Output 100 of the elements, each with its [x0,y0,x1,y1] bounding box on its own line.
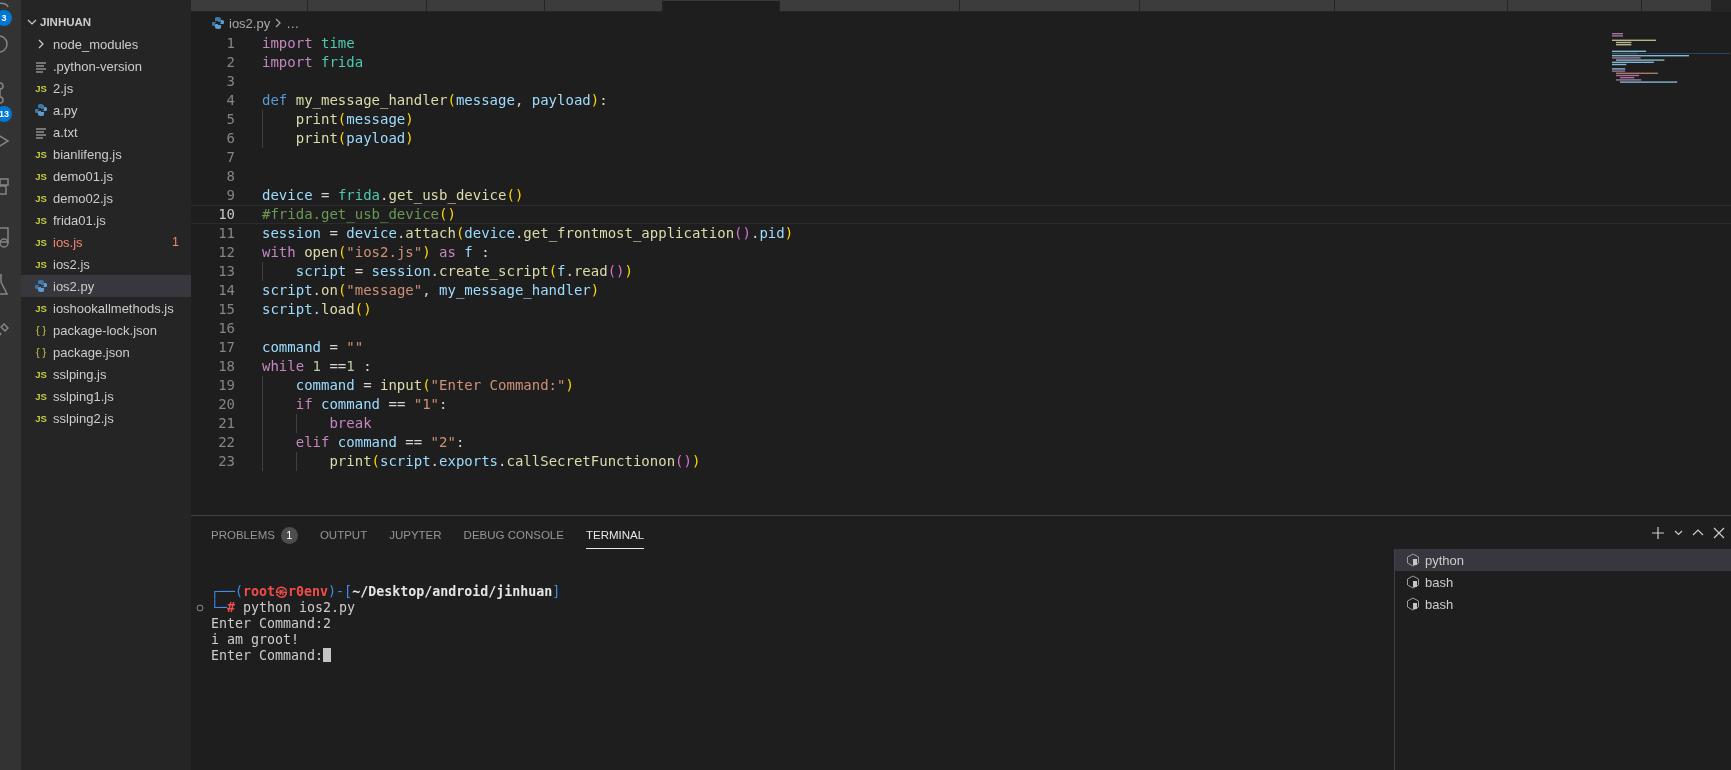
code-line: #frida.get_usb_device() [262,206,456,223]
js-file-icon: JS [34,258,48,270]
json-file-icon: { } [34,324,48,336]
code-line: def my_message_handler(message, payload): [262,91,608,110]
file-item[interactable]: JS demo01.js [21,165,191,187]
python-icon [34,279,48,293]
line-number: 14 [217,281,235,300]
breadcrumb-file[interactable]: ios2.py [229,15,271,31]
line-number: 11 [217,224,235,243]
file-item[interactable]: JS sslping1.js [21,385,191,407]
terminal-icon [1406,575,1420,589]
text-file-icon [34,125,48,139]
js-file-icon: JS [34,192,48,204]
js-file-icon: JS [34,170,48,182]
code-line: print(message) [262,110,414,129]
panel-tab[interactable]: PROBLEMS 1 [211,525,298,549]
line-number: 23 [217,452,235,471]
line-number: 8 [225,167,235,186]
line-number: 7 [225,148,235,167]
file-item[interactable]: JS ioshookallmethods.js [21,297,191,319]
line-number: 18 [217,357,235,376]
code-line: command = "" [262,338,364,357]
close-icon[interactable] [1713,526,1725,539]
code-line: print(script.exports.callSecretFunctionon()) [262,452,701,471]
terminal-icon [1406,597,1420,611]
breadcrumb-more[interactable]: … [286,15,300,31]
line-number: 20 [217,395,235,414]
file-item[interactable]: JS sslping2.js [21,407,191,429]
code-line: if command == "1": [262,395,448,414]
code-line: elif command == "2": [262,433,465,452]
terminal-icon [1406,553,1420,567]
chevron-down-icon[interactable] [1674,528,1683,537]
file-item[interactable]: { } package-lock.json [21,319,191,341]
js-file-icon: JS [34,368,48,380]
js-file-icon: JS [34,148,48,160]
file-item[interactable]: JS bianlifeng.js [21,143,191,165]
notification-badge: 13 [0,106,12,122]
line-number: 15 [217,300,235,319]
code-line: script.load() [262,300,372,319]
js-file-icon: JS [34,412,48,424]
code-line: while 1 ==1 : [262,357,372,376]
folder-title[interactable]: JINHUAN [40,16,92,28]
line-number: 19 [217,376,235,395]
plus-icon[interactable] [1651,525,1665,540]
python-icon [34,103,48,117]
code-line: print(payload) [262,129,414,148]
file-item[interactable]: a.txt [21,121,191,143]
line-number: 4 [225,91,235,110]
js-file-icon: JS [34,390,48,402]
line-number: 16 [217,319,235,338]
panel-tab[interactable]: TERMINAL [585,525,645,549]
line-number: 17 [217,338,235,357]
code-line: script.on("message", my_message_handler) [262,281,600,300]
python-icon [211,16,225,30]
js-file-icon: JS [34,214,48,226]
file-item[interactable]: { } package.json [21,341,191,363]
js-file-icon: JS [34,82,48,94]
code-line: device = frida.get_usb_device() [262,186,524,205]
code-line: session = device.attach(device.get_frontmost_application().pid) [262,224,794,243]
line-number: 13 [217,262,235,281]
file-item[interactable]: a.py [21,99,191,121]
code-line: with open("ios2.js") as f : [262,243,490,262]
count-badge: 1 [280,526,298,544]
line-number: 21 [217,414,235,433]
terminal-item[interactable]: bash [1395,571,1731,593]
text-file-icon [34,59,48,73]
terminal-item[interactable]: python [1395,549,1731,571]
line-number: 12 [217,243,235,262]
code-line: import time [262,34,355,53]
terminal-line: Enter Command: [211,648,324,663]
line-number: 6 [225,129,235,148]
terminal-line: └─# python ios2.py [211,600,356,615]
file-item[interactable]: node_modules [21,33,191,55]
json-file-icon: { } [34,346,48,358]
code-line: break [262,414,372,433]
line-number: 22 [217,433,235,452]
code-line: import frida [262,53,364,72]
file-item[interactable]: JS 2.js [21,77,191,99]
terminal-line: i am groot! [211,632,300,647]
js-file-icon: JS [34,302,48,314]
file-item[interactable]: ios2.py [21,275,191,297]
file-item[interactable]: JS sslping.js [21,363,191,385]
line-number: 10 [217,206,235,223]
line-number: 1 [225,34,235,53]
terminal-item[interactable]: bash [1395,593,1731,615]
file-item[interactable]: JS ios2.js [21,253,191,275]
panel-tab[interactable]: DEBUG CONSOLE [463,525,564,549]
panel-tab[interactable]: OUTPUT [319,525,368,549]
terminal-line: ┌──(root㉿r0env)-[~/Desktop/android/jinhuan] [211,584,561,599]
panel-tab[interactable]: JUPYTER [389,525,442,549]
file-item[interactable]: .python-version [21,55,191,77]
line-number: 5 [225,110,235,129]
terminal-line: Enter Command:2 [211,616,332,631]
file-item[interactable]: JS ios.js 1 [21,231,191,253]
code-line: script = session.create_script(f.read()) [262,262,633,281]
file-item[interactable]: JS demo02.js [21,187,191,209]
line-number: 9 [225,186,235,205]
file-item[interactable]: JS frida01.js [21,209,191,231]
js-file-icon: JS [34,236,48,248]
notification-badge: 3 [0,10,12,26]
